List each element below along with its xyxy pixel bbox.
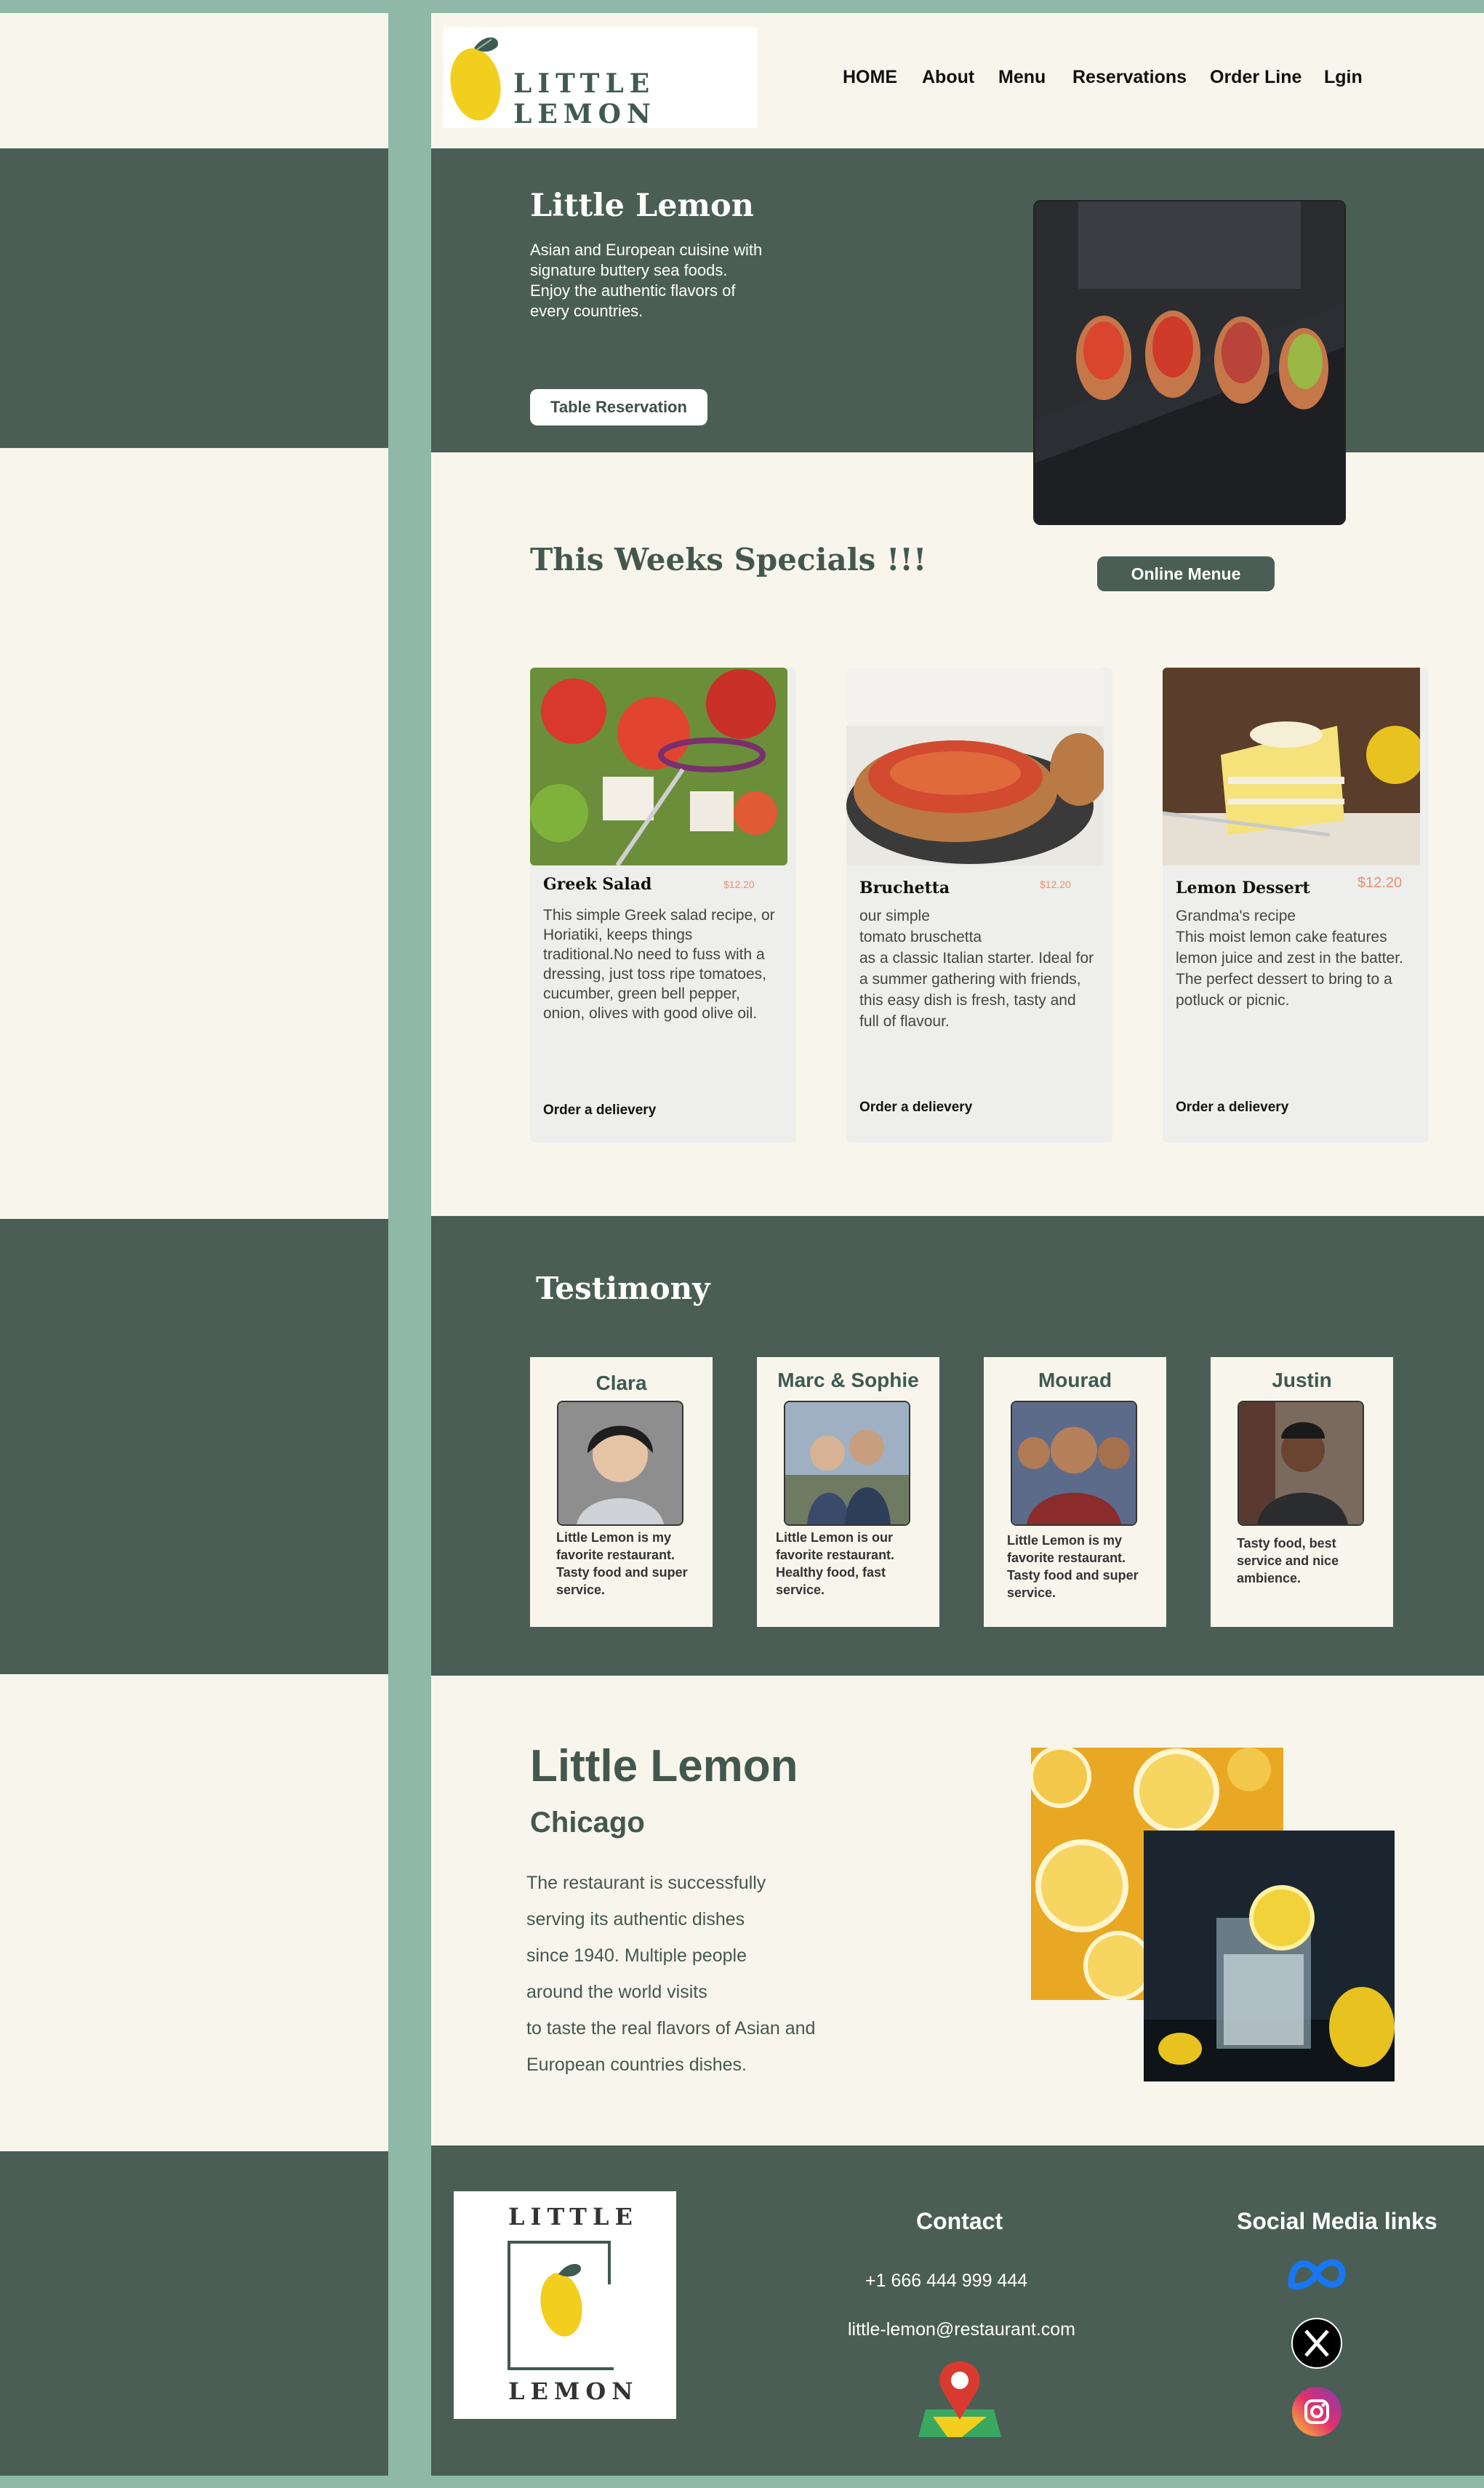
lemon-logo-icon	[540, 2264, 582, 2337]
testimony-title: Testimony	[536, 1271, 710, 1306]
about-line: to taste the real flavors of Asian and	[526, 2018, 816, 2039]
social-media-title: Social Media links	[1237, 2208, 1437, 2234]
order-delivery-link[interactable]: Order a delievery	[1176, 1100, 1288, 1116]
lemon-dessert-image	[1163, 668, 1420, 865]
left-band-specials	[0, 448, 388, 1219]
order-delivery-link[interactable]: Order a delievery	[543, 1103, 656, 1119]
footer-logo-text-bottom: LEMON	[508, 2377, 639, 2405]
card-title: Greek Salad	[543, 875, 652, 894]
greek-salad-image	[530, 668, 787, 865]
testimony-quote: Little Lemon is my favorite restaurant. …	[556, 1530, 688, 1597]
testimony-name: Justin	[1272, 1369, 1332, 1391]
footer-logo-frame-side	[608, 2241, 611, 2284]
avatar	[557, 1401, 683, 1526]
card-description: our simple tomato bruschetta as a classi…	[859, 908, 1094, 1030]
nav-menu[interactable]: Menu	[998, 67, 1046, 88]
testimony-card-justin: Justin Tasty food, best service and nice…	[1211, 1357, 1393, 1627]
special-card-greek-salad[interactable]: Greek Salad $12.20 This simple Greek sal…	[530, 668, 796, 1143]
hero-description: Asian and European cuisine with signatur…	[530, 241, 763, 320]
bruchetta-image	[846, 668, 1104, 865]
avatar	[1238, 1401, 1364, 1526]
testimony-name: Clara	[595, 1372, 647, 1394]
lemon-logo-icon	[450, 37, 501, 121]
x-icon[interactable]	[1291, 2318, 1342, 2369]
about-line: European countries dishes.	[526, 2055, 747, 2075]
map-pin-icon[interactable]	[918, 2359, 1001, 2439]
card-price: $12.20	[1040, 879, 1071, 890]
about-city: Chicago	[530, 1807, 645, 1839]
meta-icon[interactable]	[1284, 2252, 1349, 2295]
header-logo-text: LITTLE LEMON	[513, 68, 657, 129]
about-line: since 1940. Multiple people	[526, 1945, 747, 1966]
about-line: around the world visits	[526, 1982, 707, 2002]
testimony-card-mourad: Mourad Little Lemon is my favorite resta…	[984, 1357, 1166, 1627]
nav-order-line[interactable]: Order Line	[1210, 67, 1301, 88]
testimony-card-marc-sophie: Marc & Sophie Little Lemon is our favori…	[757, 1357, 939, 1627]
specials-title: This Weeks Specials !!!	[530, 542, 927, 577]
contact-title: Contact	[916, 2208, 1003, 2234]
left-band-hero	[0, 148, 388, 448]
footer-logo-frame-corner	[508, 2241, 611, 2244]
nav-home[interactable]: HOME	[843, 67, 897, 88]
footer-logo[interactable]: LITTLE LEMON	[454, 2191, 676, 2419]
contact-phone[interactable]: +1 666 444 999 444	[865, 2271, 1027, 2292]
nav-reservations[interactable]: Reservations	[1072, 67, 1187, 88]
hero-title: Little Lemon	[530, 188, 754, 224]
testimony-name: Mourad	[1038, 1369, 1112, 1391]
card-title: Bruchetta	[859, 879, 950, 897]
footer-logo-text-top: LITTLE	[508, 2203, 638, 2231]
header-logo[interactable]: LITTLE LEMON	[444, 28, 758, 129]
contact-email[interactable]: little-lemon@restaurant.com	[848, 2319, 1075, 2340]
testimony-quote: Tasty food, best service and nice ambien…	[1237, 1536, 1339, 1585]
left-band-about	[0, 1674, 388, 2151]
table-reservation-button[interactable]: Table Reservation	[530, 389, 707, 425]
card-description: Grandma's recipe This moist lemon cake f…	[1176, 908, 1403, 1009]
left-band-footer	[0, 2151, 388, 2476]
about-line: The restaurant is successfully	[526, 1873, 766, 1893]
card-description: This simple Greek salad recipe, or Horia…	[543, 907, 775, 1022]
online-menu-button[interactable]: Online Menue	[1097, 556, 1275, 591]
avatar	[1011, 1401, 1137, 1526]
nav-about[interactable]: About	[922, 67, 974, 88]
avatar	[784, 1401, 910, 1526]
hero-food-image	[1033, 200, 1346, 525]
left-band-testimony	[0, 1219, 388, 1674]
left-band-top	[0, 13, 388, 148]
special-card-lemon-dessert[interactable]: Lemon Dessert $12.20 Grandma's recipe Th…	[1163, 668, 1429, 1143]
lemonade-glass-image	[1144, 1831, 1395, 2081]
instagram-icon[interactable]	[1291, 2386, 1342, 2437]
special-card-bruchetta[interactable]: Bruchetta $12.20 our simple tomato brusc…	[846, 668, 1112, 1143]
card-title: Lemon Dessert	[1176, 879, 1310, 897]
testimony-quote: Little Lemon is our favorite restaurant.…	[776, 1530, 895, 1597]
testimony-card-clara: Clara Little Lemon is my favorite restau…	[530, 1357, 713, 1627]
card-price: $12.20	[1357, 875, 1403, 891]
testimony-quote: Little Lemon is my favorite restaurant. …	[1007, 1533, 1139, 1600]
nav-login[interactable]: Lgin	[1324, 67, 1363, 88]
about-title: Little Lemon	[530, 1741, 798, 1791]
order-delivery-link[interactable]: Order a delievery	[859, 1100, 972, 1116]
about-line: serving its authentic dishes	[526, 1909, 745, 1929]
card-price: $12.20	[723, 879, 755, 890]
testimony-name: Marc & Sophie	[777, 1369, 919, 1391]
